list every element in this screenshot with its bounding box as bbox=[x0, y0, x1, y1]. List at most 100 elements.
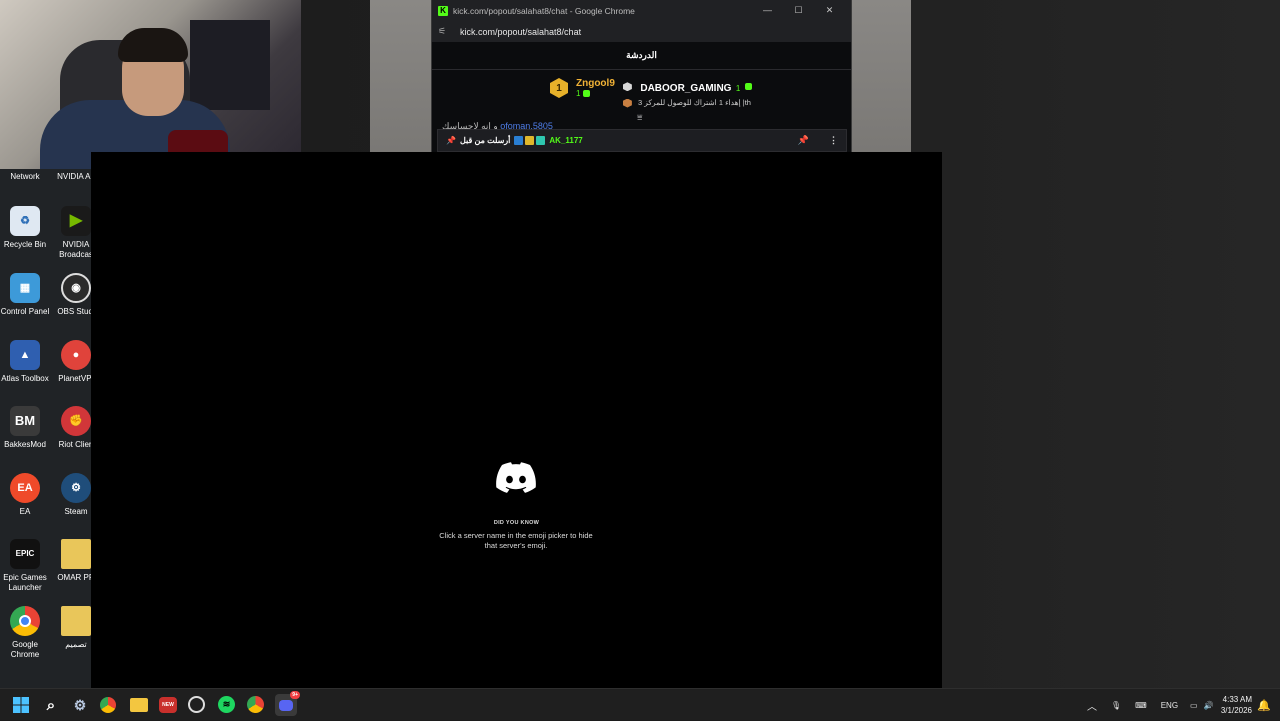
leader-second-count: 1 bbox=[735, 84, 741, 93]
desktop-icon-bakkesmod[interactable]: BM BakkesMod bbox=[0, 406, 50, 450]
discord-logo-icon bbox=[496, 462, 536, 493]
desktop-icon-control-panel[interactable]: ▦ Control Panel bbox=[0, 273, 50, 317]
rank-1-badge-icon: 1 bbox=[550, 78, 568, 98]
rank-3-badge-icon bbox=[622, 98, 632, 108]
rank-2-badge-icon bbox=[622, 82, 632, 92]
sub-gift-icon bbox=[744, 83, 752, 91]
minimize-button[interactable]: — bbox=[752, 5, 783, 16]
planet-vpn-icon: ● bbox=[61, 340, 91, 370]
address-bar[interactable]: ⚟ kick.com/popout/salahat8/chat bbox=[432, 21, 851, 42]
search-icon[interactable]: ⌕ bbox=[41, 695, 61, 715]
epic-games-icon: EPIC bbox=[10, 539, 40, 569]
pinned-by-label: أرسلت من قبل bbox=[459, 136, 511, 145]
atlas-toolbox-icon: ▲ bbox=[10, 340, 40, 370]
folder-icon bbox=[61, 539, 91, 569]
pin-icon: 📌 bbox=[446, 136, 456, 145]
scroll-filter-icon[interactable]: ⩸ bbox=[637, 112, 642, 123]
unpin-icon[interactable]: 📌 bbox=[798, 135, 809, 146]
badge-icon bbox=[514, 136, 524, 145]
riot-client-icon: ✊ bbox=[61, 406, 91, 436]
icon-label: Network bbox=[10, 172, 40, 181]
maximize-button[interactable]: ☐ bbox=[783, 5, 814, 16]
chrome-taskbar-icon-2[interactable] bbox=[247, 696, 264, 713]
windows-logo-icon bbox=[13, 697, 29, 713]
desktop-icon-network[interactable]: Network bbox=[0, 172, 50, 182]
streaming-app-icon[interactable]: NEW bbox=[159, 697, 177, 713]
chrome-taskbar-icon[interactable] bbox=[100, 697, 116, 713]
steam-icon: ⚙ bbox=[61, 473, 91, 503]
obs-studio-icon: ◉ bbox=[61, 273, 91, 303]
notification-bell-icon[interactable]: 🔔 bbox=[1254, 695, 1274, 715]
desktop-icon-chrome[interactable]: Google Chrome bbox=[0, 606, 50, 660]
leader-first-count: 1 bbox=[576, 89, 615, 98]
bakkesmod-icon: BM bbox=[10, 406, 40, 436]
badge-icon bbox=[525, 136, 535, 145]
keyboard-icon[interactable]: ⌨ bbox=[1135, 701, 1147, 710]
chevron-up-icon[interactable]: ︿ bbox=[1087, 698, 1097, 713]
kick-logo-icon: K bbox=[438, 5, 448, 16]
kick-chat-page: الدردشة 1 Zngool9 1 DABOOR_GAMING 1 إهدا bbox=[432, 42, 851, 152]
window-controls: — ☐ ✕ bbox=[752, 5, 845, 16]
pinned-actions: 📌 ⋮ bbox=[798, 135, 838, 146]
leader-second[interactable]: DABOOR_GAMING 1 إهداء 1 اشتراك للوصول لل… bbox=[622, 78, 752, 108]
did-you-know-label: DID YOU KNOW bbox=[493, 520, 540, 526]
leader-second-name: DABOOR_GAMING bbox=[640, 83, 732, 94]
title-bar[interactable]: K kick.com/popout/salahat8/chat - Google… bbox=[432, 0, 851, 21]
recycle-bin-icon: ♻ bbox=[10, 206, 40, 236]
site-settings-icon[interactable]: ⚟ bbox=[438, 26, 450, 37]
microphone-icon[interactable]: 🎙 bbox=[1111, 701, 1121, 710]
chrome-icon bbox=[10, 606, 40, 636]
discord-taskbar-icon[interactable]: 9+ bbox=[275, 691, 300, 716]
chrome-window: K kick.com/popout/salahat8/chat - Google… bbox=[431, 0, 852, 152]
more-options-icon[interactable]: ⋮ bbox=[829, 135, 838, 146]
desktop-icon-recycle-bin[interactable]: ♻ Recycle Bin bbox=[0, 206, 50, 250]
desktop-icon-ea[interactable]: EA EA bbox=[0, 473, 50, 517]
pinned-message[interactable]: 📌 أرسلت من قبل AK_1177 📌 ⋮ bbox=[437, 129, 847, 152]
icon-label: Google Chrome bbox=[10, 640, 40, 659]
file-explorer-icon[interactable] bbox=[130, 698, 148, 712]
settings-gear-icon[interactable]: ⚙ bbox=[70, 695, 90, 715]
volume-icon[interactable]: 🔊 bbox=[1204, 701, 1214, 710]
language-indicator[interactable]: ENG bbox=[1161, 701, 1178, 710]
ea-icon: EA bbox=[10, 473, 40, 503]
user-badges bbox=[514, 136, 546, 145]
sub-gift-icon bbox=[582, 90, 590, 98]
pinned-user[interactable]: AK_1177 bbox=[549, 136, 582, 145]
icon-label: Epic Games Launcher bbox=[3, 573, 47, 592]
webcam-overlay bbox=[0, 0, 301, 169]
start-button[interactable] bbox=[11, 695, 31, 715]
network-icon[interactable]: ▭ bbox=[1190, 701, 1198, 710]
leaderboard: 1 Zngool9 1 DABOOR_GAMING 1 إهداء 1 اشتر… bbox=[550, 78, 752, 108]
icon-label: EA bbox=[19, 507, 31, 516]
icon-label: BakkesMod bbox=[4, 440, 46, 449]
nvidia-broadcast-icon: ▶ bbox=[61, 206, 91, 236]
icon-label: Atlas Toolbox bbox=[1, 374, 49, 383]
poster bbox=[190, 20, 270, 110]
spotify-icon[interactable]: ≋ bbox=[218, 696, 235, 713]
system-tray: ︿ 🎙 ⌨ ENG ▭ 🔊 bbox=[1087, 689, 1214, 721]
discord-badge: 9+ bbox=[290, 691, 300, 699]
obs-taskbar-icon[interactable] bbox=[188, 696, 205, 713]
badge-icon bbox=[536, 136, 546, 145]
streamer-hair bbox=[118, 28, 188, 62]
close-button[interactable]: ✕ bbox=[814, 5, 845, 16]
chat-header: الدردشة bbox=[432, 42, 851, 70]
window-title: kick.com/popout/salahat8/chat - Google C… bbox=[453, 5, 635, 16]
control-panel-icon: ▦ bbox=[10, 273, 40, 303]
icon-label: Control Panel bbox=[0, 307, 50, 316]
desktop-icon-atlas[interactable]: ▲ Atlas Toolbox bbox=[0, 340, 50, 384]
clock-date: 3/1/2026 bbox=[1220, 706, 1252, 715]
loading-tip: Click a server name in the emoji picker … bbox=[439, 531, 593, 550]
leader-first[interactable]: Zngool9 1 bbox=[576, 78, 615, 98]
url-text[interactable]: kick.com/popout/salahat8/chat bbox=[460, 27, 581, 37]
message-text: و انه لاحساسك bbox=[442, 121, 498, 129]
message-user[interactable]: ofoman.5805 bbox=[500, 121, 553, 129]
desktop-icon-epic[interactable]: EPIC Epic Games Launcher bbox=[0, 539, 50, 593]
leader-first-name: Zngool9 bbox=[576, 78, 615, 89]
icon-label: Recycle Bin bbox=[3, 240, 47, 249]
clock[interactable]: 4:33 AM 3/1/2026 bbox=[1221, 694, 1252, 716]
folder-icon bbox=[61, 606, 91, 636]
discord-loading-window: DID YOU KNOW Click a server name in the … bbox=[91, 152, 942, 688]
clock-time: 4:33 AM bbox=[1222, 695, 1252, 704]
chat-message-partial: و انه لاحساسك ofoman.5805 bbox=[442, 121, 592, 129]
